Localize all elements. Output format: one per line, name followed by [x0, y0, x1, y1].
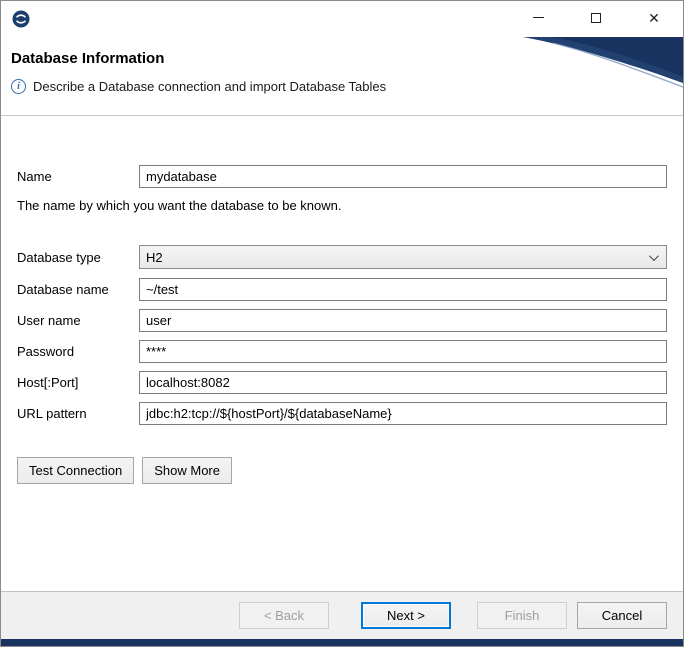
database-type-row: Database type H2 — [17, 245, 667, 269]
database-type-value: H2 — [146, 250, 163, 265]
name-help-text: The name by which you want the database … — [17, 198, 667, 213]
chevron-down-icon — [649, 251, 659, 261]
database-type-select[interactable]: H2 — [139, 245, 667, 269]
user-name-label: User name — [17, 313, 139, 328]
password-label: Password — [17, 344, 139, 359]
minimize-button[interactable] — [509, 1, 567, 34]
page-title: Database Information — [11, 50, 683, 67]
password-row: Password — [17, 340, 667, 363]
bottom-accent-bar — [1, 639, 683, 646]
url-pattern-row: URL pattern — [17, 402, 667, 425]
show-more-button[interactable]: Show More — [142, 457, 232, 484]
name-row: Name — [17, 165, 667, 188]
host-port-label: Host[:Port] — [17, 375, 139, 390]
maximize-icon — [591, 13, 601, 23]
form-area: Name The name by which you want the data… — [1, 116, 683, 484]
action-row: Test Connection Show More — [17, 457, 667, 484]
window-controls: ✕ — [509, 1, 683, 34]
titlebar: ✕ — [1, 1, 683, 37]
database-type-label: Database type — [17, 250, 139, 265]
maximize-button[interactable] — [567, 1, 625, 34]
password-input[interactable] — [139, 340, 667, 363]
name-label: Name — [17, 169, 139, 184]
host-port-input[interactable] — [139, 371, 667, 394]
app-icon[interactable] — [11, 9, 31, 29]
close-button[interactable]: ✕ — [625, 1, 683, 34]
url-pattern-input[interactable] — [139, 402, 667, 425]
info-icon: i — [11, 79, 26, 94]
close-icon: ✕ — [648, 11, 660, 25]
dialog-window: ✕ Database Information i Describe a Data… — [0, 0, 684, 647]
database-name-input[interactable] — [139, 278, 667, 301]
test-connection-button[interactable]: Test Connection — [17, 457, 134, 484]
wizard-banner: Database Information i Describe a Databa… — [1, 37, 683, 116]
minimize-icon — [533, 17, 544, 18]
finish-button: Finish — [477, 602, 567, 629]
page-subtitle: Describe a Database connection and impor… — [33, 79, 386, 94]
host-port-row: Host[:Port] — [17, 371, 667, 394]
footer-button-bar: < Back Next > Finish Cancel — [1, 591, 683, 639]
name-input[interactable] — [139, 165, 667, 188]
banner-graphic — [513, 37, 683, 115]
url-pattern-label: URL pattern — [17, 406, 139, 421]
database-name-label: Database name — [17, 282, 139, 297]
back-button: < Back — [239, 602, 329, 629]
user-name-input[interactable] — [139, 309, 667, 332]
database-name-row: Database name — [17, 278, 667, 301]
cancel-button[interactable]: Cancel — [577, 602, 667, 629]
user-name-row: User name — [17, 309, 667, 332]
next-button[interactable]: Next > — [361, 602, 451, 629]
